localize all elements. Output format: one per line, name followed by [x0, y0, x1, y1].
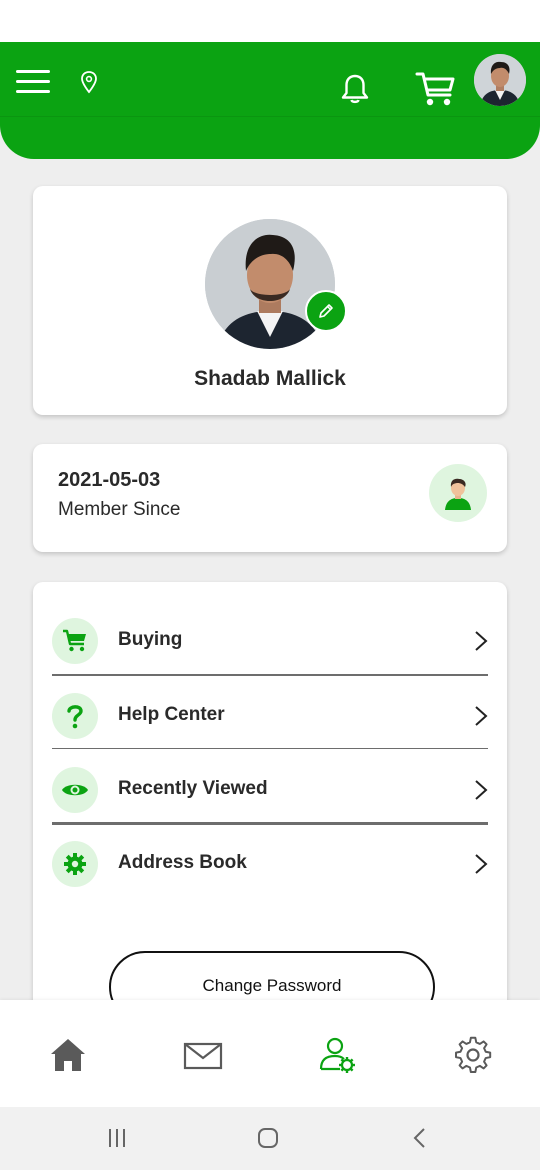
divider	[52, 674, 488, 676]
member-since-card: 2021-05-03 Member Since	[33, 444, 507, 552]
menu-icon[interactable]	[16, 70, 50, 94]
chevron-right-icon	[475, 706, 488, 726]
edit-photo-button[interactable]	[305, 290, 347, 332]
question-icon	[67, 705, 83, 729]
bell-icon[interactable]	[338, 72, 372, 106]
cart-icon	[63, 629, 86, 652]
member-since-label: Member Since	[58, 499, 181, 520]
mail-icon[interactable]	[183, 1036, 223, 1074]
home-button-icon[interactable]	[256, 1126, 280, 1150]
menu-item-recently-viewed[interactable]: Recently Viewed	[52, 754, 488, 828]
chevron-right-icon	[475, 854, 488, 874]
menu-item-label: Recently Viewed	[118, 778, 268, 799]
bottom-nav	[0, 1000, 540, 1107]
back-icon[interactable]	[408, 1126, 432, 1150]
location-pin-icon[interactable]	[79, 70, 99, 96]
app-header	[0, 42, 540, 159]
profile-name: Shadab Mallick	[194, 367, 346, 390]
header-avatar[interactable]	[474, 54, 526, 106]
menu-item-label: Buying	[118, 629, 183, 650]
menu-item-help-center[interactable]: Help Center	[52, 680, 488, 754]
pencil-icon	[319, 304, 333, 318]
gear-icon	[64, 853, 86, 875]
gear-icon[interactable]	[454, 1036, 492, 1074]
chevron-right-icon	[475, 631, 488, 651]
menu-item-label: Help Center	[118, 704, 225, 725]
recent-apps-icon[interactable]	[106, 1126, 130, 1150]
menu-item-buying[interactable]: Buying	[52, 605, 488, 679]
user-avatar-icon	[429, 464, 487, 522]
divider	[52, 748, 488, 749]
status-bar	[0, 0, 540, 42]
eye-icon	[62, 784, 88, 796]
user-settings-icon[interactable]	[318, 1036, 358, 1074]
system-navigation-bar	[0, 1107, 540, 1170]
cart-icon[interactable]	[415, 70, 457, 108]
account-menu-card: Buying Help Center Recently Viewed Addre…	[33, 582, 507, 1023]
profile-card: Shadab Mallick	[33, 186, 507, 415]
member-since-date: 2021-05-03	[58, 469, 161, 491]
chevron-right-icon	[475, 780, 488, 800]
menu-item-address-book[interactable]: Address Book	[52, 828, 488, 902]
home-icon[interactable]	[49, 1036, 87, 1074]
divider	[52, 822, 488, 825]
menu-item-label: Address Book	[118, 852, 247, 873]
